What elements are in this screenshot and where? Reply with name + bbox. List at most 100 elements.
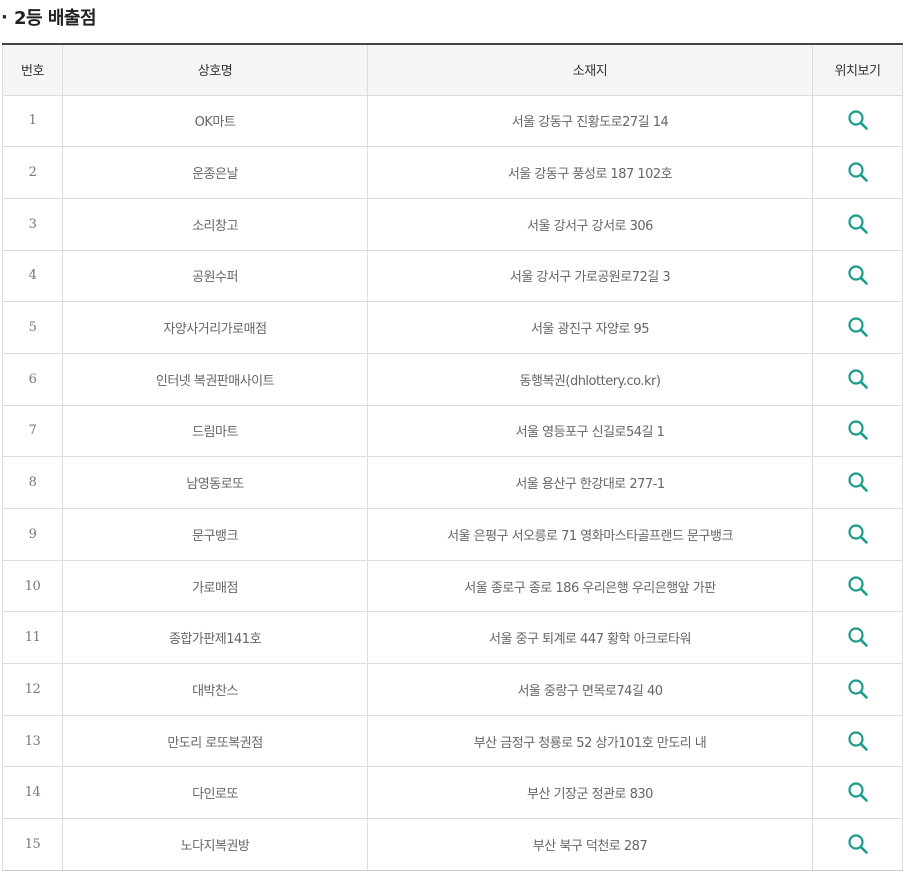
store-name: 인터넷 복권판매사이트 [62,352,368,406]
table-row: 2 운종은날 서울 강동구 풍성로 187 102호 [2,146,903,199]
search-icon [847,317,868,337]
table-row: 1 OK마트 서울 강동구 진황도로27길 14 [2,94,903,148]
row-number: 4 [2,249,63,303]
store-name: 만도리 로또복권점 [62,714,368,768]
store-name: 남영동로또 [62,456,368,509]
search-icon [847,214,868,234]
view-location-button[interactable] [844,210,872,238]
store-address: 부산 금정구 청룡로 52 상가101호 만도리 내 [367,714,813,768]
table-row: 7 드림마트 서울 영등포구 신길로54길 1 [2,404,903,458]
search-icon [847,524,868,544]
store-name: 문구뱅크 [62,508,368,561]
row-number: 12 [2,663,63,716]
location-cell [812,714,903,768]
store-name: 운종은날 [62,146,368,199]
store-address: 서울 종로구 종로 186 우리은행 우리은행앞 가판 [367,559,813,613]
store-address: 부산 북구 덕천로 287 [367,818,813,871]
search-icon [847,782,868,803]
store-address: 서울 강서구 강서로 306 [367,197,813,251]
search-icon [847,834,868,854]
row-number: 5 [2,301,63,354]
location-cell [812,94,903,148]
location-cell [812,766,903,820]
search-icon [847,110,868,131]
store-address: 부산 기장군 정관로 830 [367,766,813,820]
row-number: 13 [2,714,63,768]
search-icon [847,679,868,699]
view-location-button[interactable] [844,675,872,703]
header-name: 상호명 [62,44,368,96]
table-row: 11 종합가판제141호 서울 중구 퇴계로 447 황학 아크로타워 [2,611,903,665]
table-row: 3 소리창고 서울 강서구 강서로 306 [2,197,903,251]
store-name: 노다지복권방 [62,818,368,871]
location-cell [812,404,903,458]
search-icon [847,265,868,286]
row-number: 8 [2,456,63,509]
view-location-button[interactable] [844,106,872,134]
view-location-button[interactable] [844,778,872,806]
location-cell [812,456,903,509]
view-location-button[interactable] [844,623,872,651]
table-row: 15 노다지복권방 부산 북구 덕천로 287 [2,818,903,871]
search-icon [847,369,868,389]
view-location-button[interactable] [844,520,872,548]
view-location-button[interactable] [844,572,872,600]
row-number: 14 [2,766,63,820]
winning-stores-table: 번호 상호명 소재지 위치보기 1 OK마트 서울 강동구 진황도로27길 14… [2,43,903,871]
store-address: 서울 중구 퇴계로 447 황학 아크로타워 [367,611,813,665]
location-cell [812,301,903,354]
store-name: 소리창고 [62,197,368,251]
table-row: 14 다인로또 부산 기장군 정관로 830 [2,766,903,820]
view-location-button[interactable] [844,313,872,341]
view-location-button[interactable] [844,830,872,858]
header-address: 소재지 [367,44,813,96]
title-bullet: · [1,6,8,28]
row-number: 6 [2,352,63,406]
section-title: · 2등 배출점 [0,3,97,31]
row-number: 9 [2,508,63,561]
location-cell [812,508,903,561]
location-cell [812,197,903,251]
view-location-button[interactable] [844,261,872,289]
table-row: 8 남영동로또 서울 용산구 한강대로 277-1 [2,456,903,509]
table-body: 1 OK마트 서울 강동구 진황도로27길 14 2 운종은날 서울 강동구 풍… [2,94,903,871]
store-address: 서울 영등포구 신길로54길 1 [367,404,813,458]
header-number: 번호 [2,44,63,96]
row-number: 15 [2,818,63,871]
store-name: 가로매점 [62,559,368,613]
section-title-text: 2등 배출점 [14,8,97,29]
location-cell [812,611,903,665]
store-name: 종합가판제141호 [62,611,368,665]
table-row: 6 인터넷 복권판매사이트 동행복권(dhlottery.co.kr) [2,352,903,406]
store-name: OK마트 [62,94,368,148]
view-location-button[interactable] [844,158,872,186]
row-number: 3 [2,197,63,251]
header-location: 위치보기 [812,44,903,96]
row-number: 7 [2,404,63,458]
row-number: 10 [2,559,63,613]
view-location-button[interactable] [844,365,872,393]
table-row: 9 문구뱅크 서울 은평구 서오릉로 71 영화마스타골프랜드 문구뱅크 [2,508,903,561]
store-address: 서울 강서구 가로공원로72길 3 [367,249,813,303]
store-name: 자양사거리가로매점 [62,301,368,354]
table-row: 13 만도리 로또복권점 부산 금정구 청룡로 52 상가101호 만도리 내 [2,714,903,768]
view-location-button[interactable] [844,468,872,496]
table-header-row: 번호 상호명 소재지 위치보기 [2,44,903,96]
store-name: 대박찬스 [62,663,368,716]
search-icon [847,472,868,492]
location-cell [812,663,903,716]
location-cell [812,146,903,199]
search-icon [847,575,868,596]
store-name: 다인로또 [62,766,368,820]
view-location-button[interactable] [844,416,872,444]
store-address: 서울 강동구 풍성로 187 102호 [367,146,813,199]
row-number: 1 [2,94,63,148]
store-address: 서울 용산구 한강대로 277-1 [367,456,813,509]
table-row: 5 자양사거리가로매점 서울 광진구 자양로 95 [2,301,903,354]
view-location-button[interactable] [844,727,872,755]
store-address: 서울 은평구 서오릉로 71 영화마스타골프랜드 문구뱅크 [367,508,813,561]
store-address: 동행복권(dhlottery.co.kr) [367,352,813,406]
store-address: 서울 광진구 자양로 95 [367,301,813,354]
location-cell [812,818,903,871]
search-icon [847,627,868,648]
